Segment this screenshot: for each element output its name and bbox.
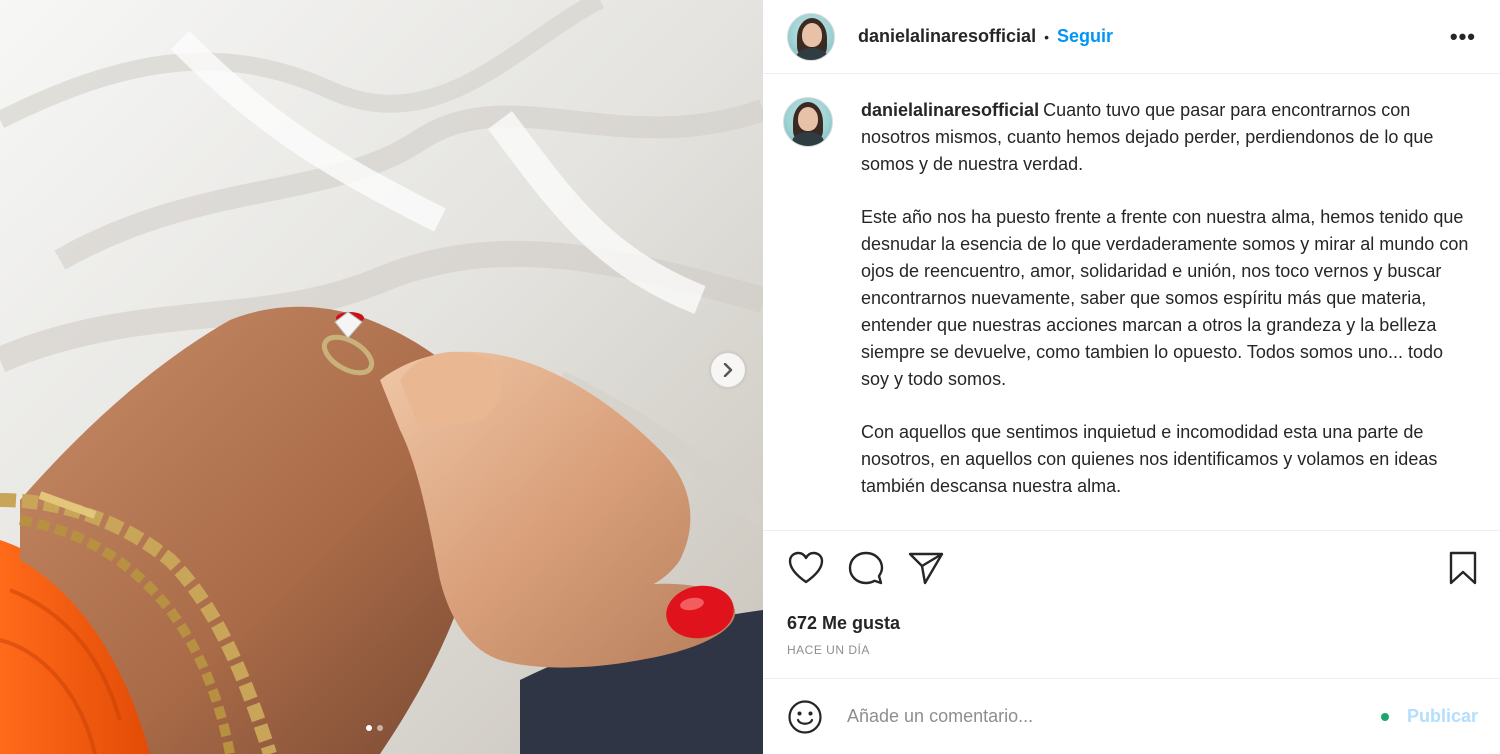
more-options-icon[interactable]: ••• [1450, 24, 1476, 50]
next-slide-button[interactable] [711, 353, 745, 387]
paper-plane-icon [908, 552, 944, 585]
author-username[interactable]: danielalinaresofficial [858, 26, 1036, 47]
caption-paragraph-3: Con aquellos que sentimos inquietud e in… [861, 422, 1438, 496]
author-avatar[interactable] [787, 12, 835, 61]
comment-bar: Publicar [763, 678, 1500, 754]
caption-author-avatar[interactable] [783, 97, 833, 147]
post-header: danielalinaresofficial • Seguir ••• [763, 0, 1500, 74]
comment-bubble-icon [848, 551, 884, 585]
carousel-dot-active [366, 725, 372, 731]
post-detail-panel: danielalinaresofficial • Seguir ••• dani… [763, 0, 1500, 754]
caption-username[interactable]: danielalinaresofficial [861, 100, 1039, 120]
carousel-dot [377, 725, 383, 731]
publish-button[interactable]: Publicar [1407, 706, 1478, 727]
post-photo [0, 0, 763, 754]
action-bar [763, 530, 1500, 605]
comment-input[interactable] [847, 706, 1367, 727]
like-button[interactable] [787, 549, 825, 587]
caption-paragraph-2: Este año nos ha puesto frente a frente c… [861, 207, 1469, 389]
comment-button[interactable] [847, 549, 885, 587]
separator-dot: • [1044, 28, 1049, 45]
online-status-dot [1380, 712, 1389, 721]
share-button[interactable] [907, 549, 945, 587]
chevron-right-icon [723, 363, 733, 377]
bookmark-icon [1449, 551, 1477, 585]
carousel-indicator [366, 725, 383, 731]
caption-text: danielalinaresofficial Cuanto tuvo que pa… [861, 97, 1473, 526]
caption-section: danielalinaresofficial Cuanto tuvo que pa… [763, 75, 1500, 530]
like-count[interactable]: 672 Me gusta [787, 613, 900, 634]
post-media[interactable] [0, 0, 763, 754]
emoji-icon[interactable] [787, 699, 823, 735]
follow-button[interactable]: Seguir [1057, 26, 1113, 47]
post-timestamp[interactable]: HACE UN DÍA [787, 643, 870, 657]
heart-icon [788, 551, 824, 584]
save-button[interactable] [1444, 549, 1482, 587]
